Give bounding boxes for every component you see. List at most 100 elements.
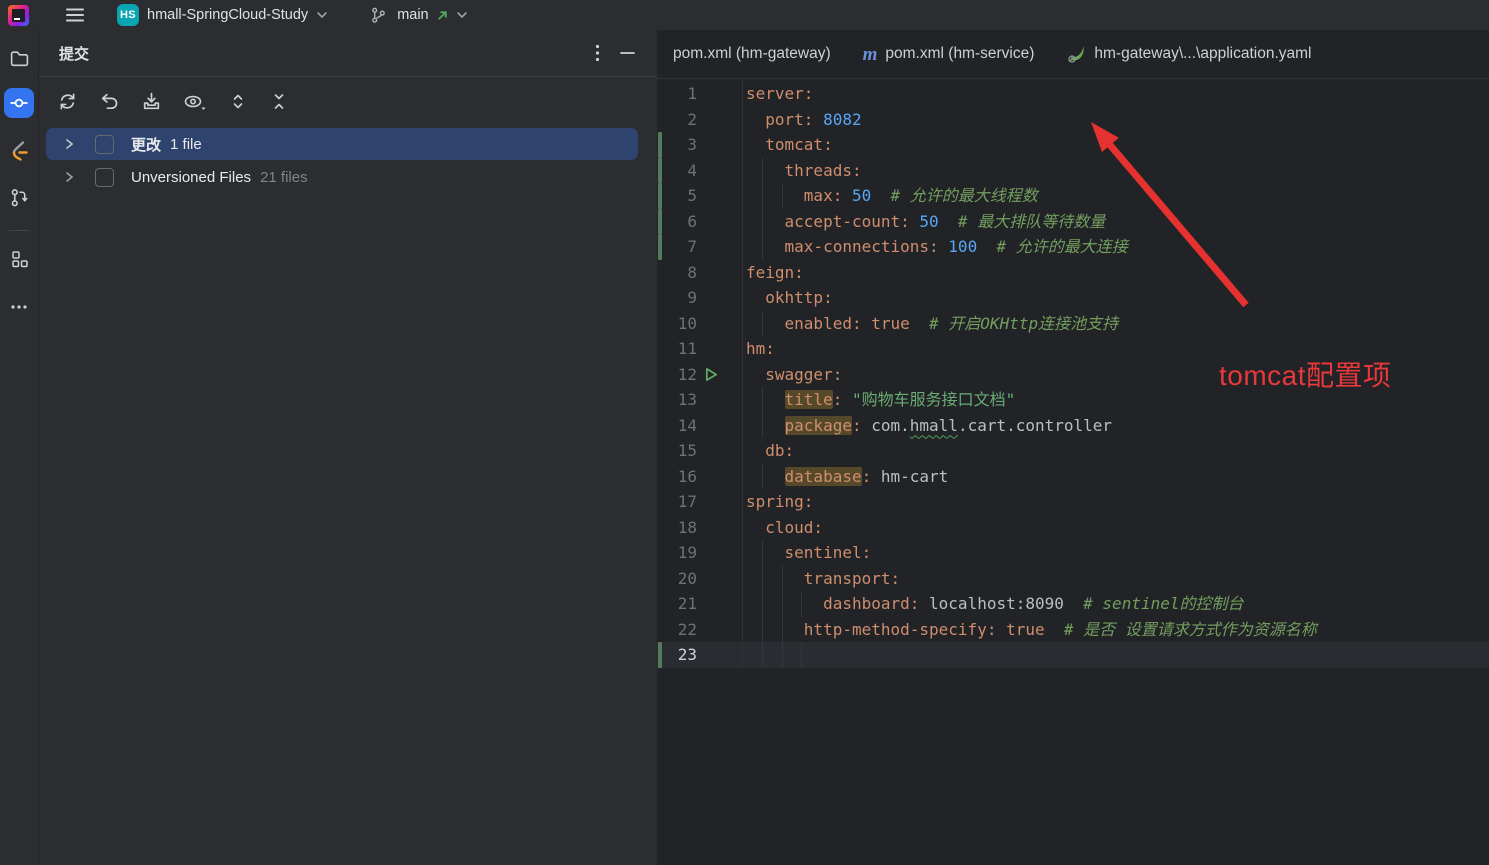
line-number: 4 [657,158,697,184]
line-number: 13 [657,387,697,413]
tab-pom-hm-gateway[interactable]: pom.xml (hm-gateway) [657,30,847,78]
shelve-button[interactable] [139,89,164,114]
sidebar-item-project[interactable] [4,43,34,73]
group-count: 1 file [170,136,202,153]
expand-all-button[interactable] [226,89,250,114]
panel-options-button[interactable] [593,42,602,64]
code-line[interactable]: 10 enabled: true # 开启OKHttp连接池支持 [657,311,1489,337]
sidebar-item-commit[interactable] [4,88,34,118]
code-line[interactable]: 11hm: [657,336,1489,362]
change-marker [658,132,662,158]
refresh-icon [57,91,78,112]
tab-label: hm-gateway\...\application.yaml [1094,45,1311,63]
editor-tab-bar: pom.xml (hm-gateway) m pom.xml (hm-servi… [657,30,1489,79]
project-name: hmall-SpringCloud-Study [147,7,308,23]
tab-label: pom.xml (hm-service) [885,45,1034,63]
line-number: 17 [657,489,697,515]
collapse-all-icon [269,91,289,112]
rollback-icon [99,91,120,112]
code-line[interactable]: 23 [657,642,1489,668]
minimize-icon [620,51,635,55]
chevron-down-icon [456,11,468,19]
sidebar-item-leetcode[interactable] [4,136,34,166]
line-number: 21 [657,591,697,617]
line-number: 11 [657,336,697,362]
code-line[interactable]: 7 max-connections: 100 # 允许的最大连接 [657,234,1489,260]
tool-window-stripe [0,30,39,865]
sidebar-item-pull-requests[interactable] [4,182,34,212]
spring-boot-icon [1066,44,1086,64]
line-number: 22 [657,617,697,643]
line-number: 8 [657,260,697,286]
code-line[interactable]: 14 package: com.hmall.cart.controller [657,413,1489,439]
code-line[interactable]: 20 transport: [657,566,1489,592]
line-number: 19 [657,540,697,566]
view-options-button[interactable] [181,89,209,114]
code-line[interactable]: 12 swagger: [657,362,1489,388]
expand-all-icon [228,91,248,112]
group-checkbox[interactable] [95,135,114,154]
line-number: 18 [657,515,697,541]
rollback-button[interactable] [97,89,122,114]
code-line[interactable]: 1server: [657,81,1489,107]
code-line[interactable]: 17spring: [657,489,1489,515]
main-toolbar: HS hmall-SpringCloud-Study main [0,0,1489,30]
tab-pom-hm-service[interactable]: m pom.xml (hm-service) [847,30,1051,78]
structure-icon [9,249,29,269]
code-line[interactable]: 21 dashboard: localhost:8090 # sentinel的… [657,591,1489,617]
tab-label: pom.xml (hm-gateway) [673,45,831,63]
project-widget[interactable]: HS hmall-SpringCloud-Study [117,4,328,26]
vcs-branch-widget[interactable]: main [370,6,467,24]
change-marker [658,234,662,260]
hide-panel-button[interactable] [618,49,637,57]
code-line[interactable]: 8feign: [657,260,1489,286]
expand-chevron-icon[interactable] [63,171,75,183]
hamburger-menu-button[interactable] [63,5,87,25]
group-count: 21 files [260,169,308,186]
line-number: 5 [657,183,697,209]
commit-tool-window: 提交 [39,30,657,865]
change-marker [658,209,662,235]
code-line[interactable]: 22 http-method-specify: true # 是否 设置请求方式… [657,617,1489,643]
group-checkbox[interactable] [95,168,114,187]
branch-name: main [397,7,428,23]
sidebar-item-structure[interactable] [4,244,34,274]
leetcode-icon [8,140,30,162]
code-line[interactable]: 6 accept-count: 50 # 最大排队等待数量 [657,209,1489,235]
line-number: 14 [657,413,697,439]
sidebar-item-more[interactable] [4,292,34,322]
code-line[interactable]: 9 okhttp: [657,285,1489,311]
line-number: 10 [657,311,697,337]
unversioned-group-row[interactable]: Unversioned Files 21 files [46,161,638,193]
stripe-divider [9,230,29,231]
commit-panel-title: 提交 [59,43,577,64]
more-dots-icon [10,304,28,310]
group-label: Unversioned Files [131,169,251,186]
kebab-menu-icon [595,44,600,62]
line-number: 7 [657,234,697,260]
line-number: 9 [657,285,697,311]
run-icon[interactable] [704,367,719,382]
tab-application-yaml[interactable]: hm-gateway\...\application.yaml [1050,30,1327,78]
expand-chevron-icon[interactable] [63,138,75,150]
line-number: 15 [657,438,697,464]
code-line[interactable]: 18 cloud: [657,515,1489,541]
changes-group-row[interactable]: 更改 1 file [46,128,638,160]
intellij-logo-icon [8,5,29,26]
code-line[interactable]: 5 max: 50 # 允许的最大线程数 [657,183,1489,209]
code-line[interactable]: 4 threads: [657,158,1489,184]
line-number: 1 [657,81,697,107]
eye-icon [183,91,207,112]
refresh-button[interactable] [55,89,80,114]
code-line[interactable]: 15 db: [657,438,1489,464]
code-line[interactable]: 13 title: "购物车服务接口文档" [657,387,1489,413]
commit-icon [9,93,29,113]
code-line[interactable]: 19 sentinel: [657,540,1489,566]
code-line[interactable]: 2 port: 8082 [657,107,1489,133]
line-number: 2 [657,107,697,133]
code-line[interactable]: 3 tomcat: [657,132,1489,158]
collapse-all-button[interactable] [267,89,291,114]
outgoing-commits-icon [436,9,449,22]
code-line[interactable]: 16 database: hm-cart [657,464,1489,490]
code-lines[interactable]: 1server:2 port: 80823 tomcat:4 threads:5… [657,79,1489,668]
